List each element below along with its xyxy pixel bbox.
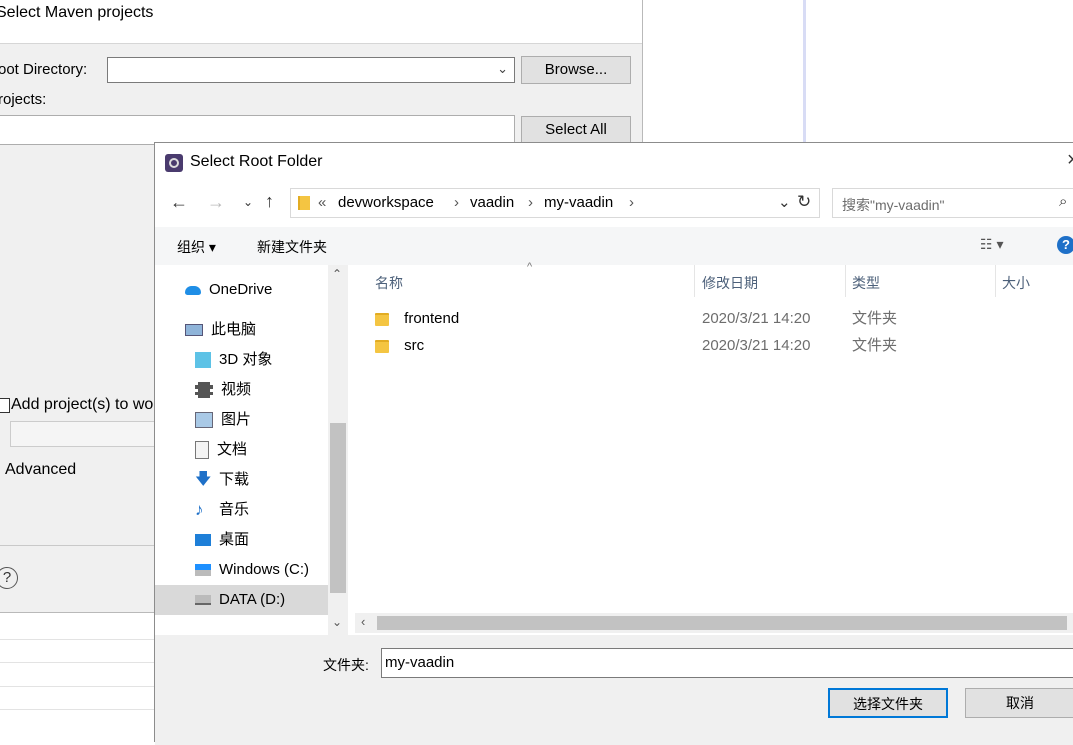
nav-item-label: Windows (C:) xyxy=(219,561,310,578)
file-row[interactable]: src xyxy=(375,333,424,359)
scrollbar-thumb[interactable] xyxy=(377,616,1067,630)
drive-icon xyxy=(195,595,211,606)
forward-arrow-icon[interactable]: → xyxy=(207,192,225,213)
dialog-title: Select Root Folder xyxy=(190,153,323,170)
nav-item-label: 下载 xyxy=(219,471,250,488)
chevron-down-icon[interactable]: ⌄ xyxy=(778,193,791,211)
file-list-scrollbar[interactable]: ‹ xyxy=(355,613,1073,633)
projects-label: rojects: xyxy=(0,91,47,108)
column-divider[interactable] xyxy=(694,265,695,297)
file-type: 文件夹 xyxy=(852,310,898,327)
nav-item-label: 音乐 xyxy=(219,501,250,518)
recent-dropdown-icon[interactable]: ⌄ xyxy=(243,195,253,209)
cancel-button[interactable]: 取消 xyxy=(965,688,1073,718)
nav-item-label: OneDrive xyxy=(209,281,273,298)
scroll-down-icon[interactable]: ⌄ xyxy=(332,615,342,629)
file-date: 2020/3/21 14:20 xyxy=(702,310,811,327)
drive-icon xyxy=(195,564,211,577)
chevron-right-icon[interactable]: › xyxy=(454,194,459,211)
folder-name-value: my-vaadin xyxy=(385,654,455,671)
nav-item-label: 此电脑 xyxy=(211,321,257,338)
column-header-name[interactable]: 名称 xyxy=(375,268,403,298)
row-divider xyxy=(0,709,155,710)
search-input[interactable]: 搜索"my-vaadin" ⌕ xyxy=(832,188,1073,218)
projects-tree[interactable] xyxy=(0,115,515,145)
back-arrow-icon[interactable]: ← xyxy=(170,192,188,213)
row-divider xyxy=(0,662,155,663)
new-folder-button[interactable]: 新建文件夹 xyxy=(257,237,327,257)
document-icon xyxy=(195,441,209,460)
file-type: 文件夹 xyxy=(852,337,898,354)
folder-field-label: 文件夹: xyxy=(323,657,369,673)
desktop-icon xyxy=(195,534,211,547)
search-placeholder: 搜索"my-vaadin" xyxy=(842,197,945,213)
column-divider[interactable] xyxy=(995,265,996,297)
nav-scrollbar[interactable]: ⌃ ⌄ xyxy=(328,265,348,635)
nav-item-label: 图片 xyxy=(221,411,252,428)
breadcrumb-overflow[interactable]: « xyxy=(318,194,326,211)
select-root-folder-dialog: Select Root Folder × ← → ⌄ ↑ « devworksp… xyxy=(154,142,1073,745)
breadcrumb-my-vaadin[interactable]: my-vaadin xyxy=(544,194,613,211)
folder-icon xyxy=(375,312,389,326)
add-projects-label: Add project(s) to wo xyxy=(11,396,154,413)
cloud-icon xyxy=(185,285,201,295)
breadcrumb-vaadin[interactable]: vaadin xyxy=(470,194,514,211)
column-header-size[interactable]: 大小 xyxy=(1002,268,1030,298)
command-bar: 组织 ▾ 新建文件夹 ☷ ▾ ? xyxy=(155,227,1073,265)
row-divider xyxy=(0,639,155,640)
sort-up-icon: ^ xyxy=(527,261,533,273)
scroll-left-icon[interactable]: ‹ xyxy=(361,614,365,629)
file-name: src xyxy=(404,337,425,354)
address-bar[interactable]: « devworkspace › vaadin › my-vaadin › ⌄ … xyxy=(290,188,820,218)
dialog-footer: 文件夹: my-vaadin 选择文件夹 取消 xyxy=(155,635,1073,745)
nav-item-label: 3D 对象 xyxy=(219,351,273,368)
view-options-icon[interactable]: ☷ ▾ xyxy=(980,236,1003,253)
refresh-icon[interactable]: ↻ xyxy=(797,192,811,212)
scroll-up-icon[interactable]: ⌃ xyxy=(332,267,342,281)
folder-name-input[interactable]: my-vaadin xyxy=(381,648,1073,678)
row-divider xyxy=(0,686,155,687)
nav-item-label: DATA (D:) xyxy=(219,591,286,608)
advanced-section[interactable]: Advanced xyxy=(5,461,76,479)
chevron-right-icon[interactable]: › xyxy=(528,194,533,211)
folder-icon xyxy=(298,196,310,210)
column-divider[interactable] xyxy=(845,265,846,297)
search-icon[interactable]: ⌕ xyxy=(1059,193,1067,210)
up-arrow-icon[interactable]: ↑ xyxy=(265,191,274,212)
file-name: frontend xyxy=(404,310,460,327)
pane-divider xyxy=(803,0,806,145)
eclipse-app-icon xyxy=(165,154,183,172)
working-set-combo[interactable] xyxy=(10,421,160,447)
column-header-type[interactable]: 类型 xyxy=(852,268,880,298)
help-icon[interactable]: ? xyxy=(1057,236,1073,254)
picture-icon xyxy=(195,412,213,429)
browse-button[interactable]: Browse... xyxy=(521,56,631,84)
organize-menu[interactable]: 组织 ▾ xyxy=(177,237,216,257)
chevron-right-icon[interactable]: › xyxy=(629,194,634,211)
close-icon[interactable]: × xyxy=(1067,149,1073,172)
music-icon: ♪ xyxy=(195,500,204,520)
folder-icon xyxy=(375,339,389,353)
root-directory-combo[interactable]: ⌄ xyxy=(107,57,515,83)
file-date: 2020/3/21 14:20 xyxy=(702,337,811,354)
breadcrumb-devworkspace[interactable]: devworkspace xyxy=(338,194,434,211)
cube-icon xyxy=(195,352,211,369)
download-icon: 🡇 xyxy=(195,471,212,489)
dialog-title: Select Maven projects xyxy=(0,4,154,21)
nav-item-label: 桌面 xyxy=(219,531,250,548)
column-header-date[interactable]: 修改日期 xyxy=(702,268,758,298)
help-icon[interactable]: ? xyxy=(0,567,18,589)
nav-item-label: 文档 xyxy=(217,441,248,458)
select-folder-button[interactable]: 选择文件夹 xyxy=(828,688,948,718)
video-icon xyxy=(195,382,213,399)
navigation-pane[interactable]: OneDrive 此电脑 3D 对象 视频 图片 文档 🡇 下载 ♪ 音乐 桌面 W… xyxy=(155,265,355,635)
chevron-down-icon[interactable]: ⌄ xyxy=(497,61,508,77)
nav-item-label: 视频 xyxy=(221,381,252,398)
file-row[interactable]: frontend xyxy=(375,306,459,332)
scrollbar-thumb[interactable] xyxy=(330,423,346,593)
select-all-button[interactable]: Select All xyxy=(521,116,631,144)
computer-icon xyxy=(185,324,203,337)
add-projects-checkbox[interactable] xyxy=(0,398,10,413)
root-directory-label: oot Directory: xyxy=(0,61,88,78)
